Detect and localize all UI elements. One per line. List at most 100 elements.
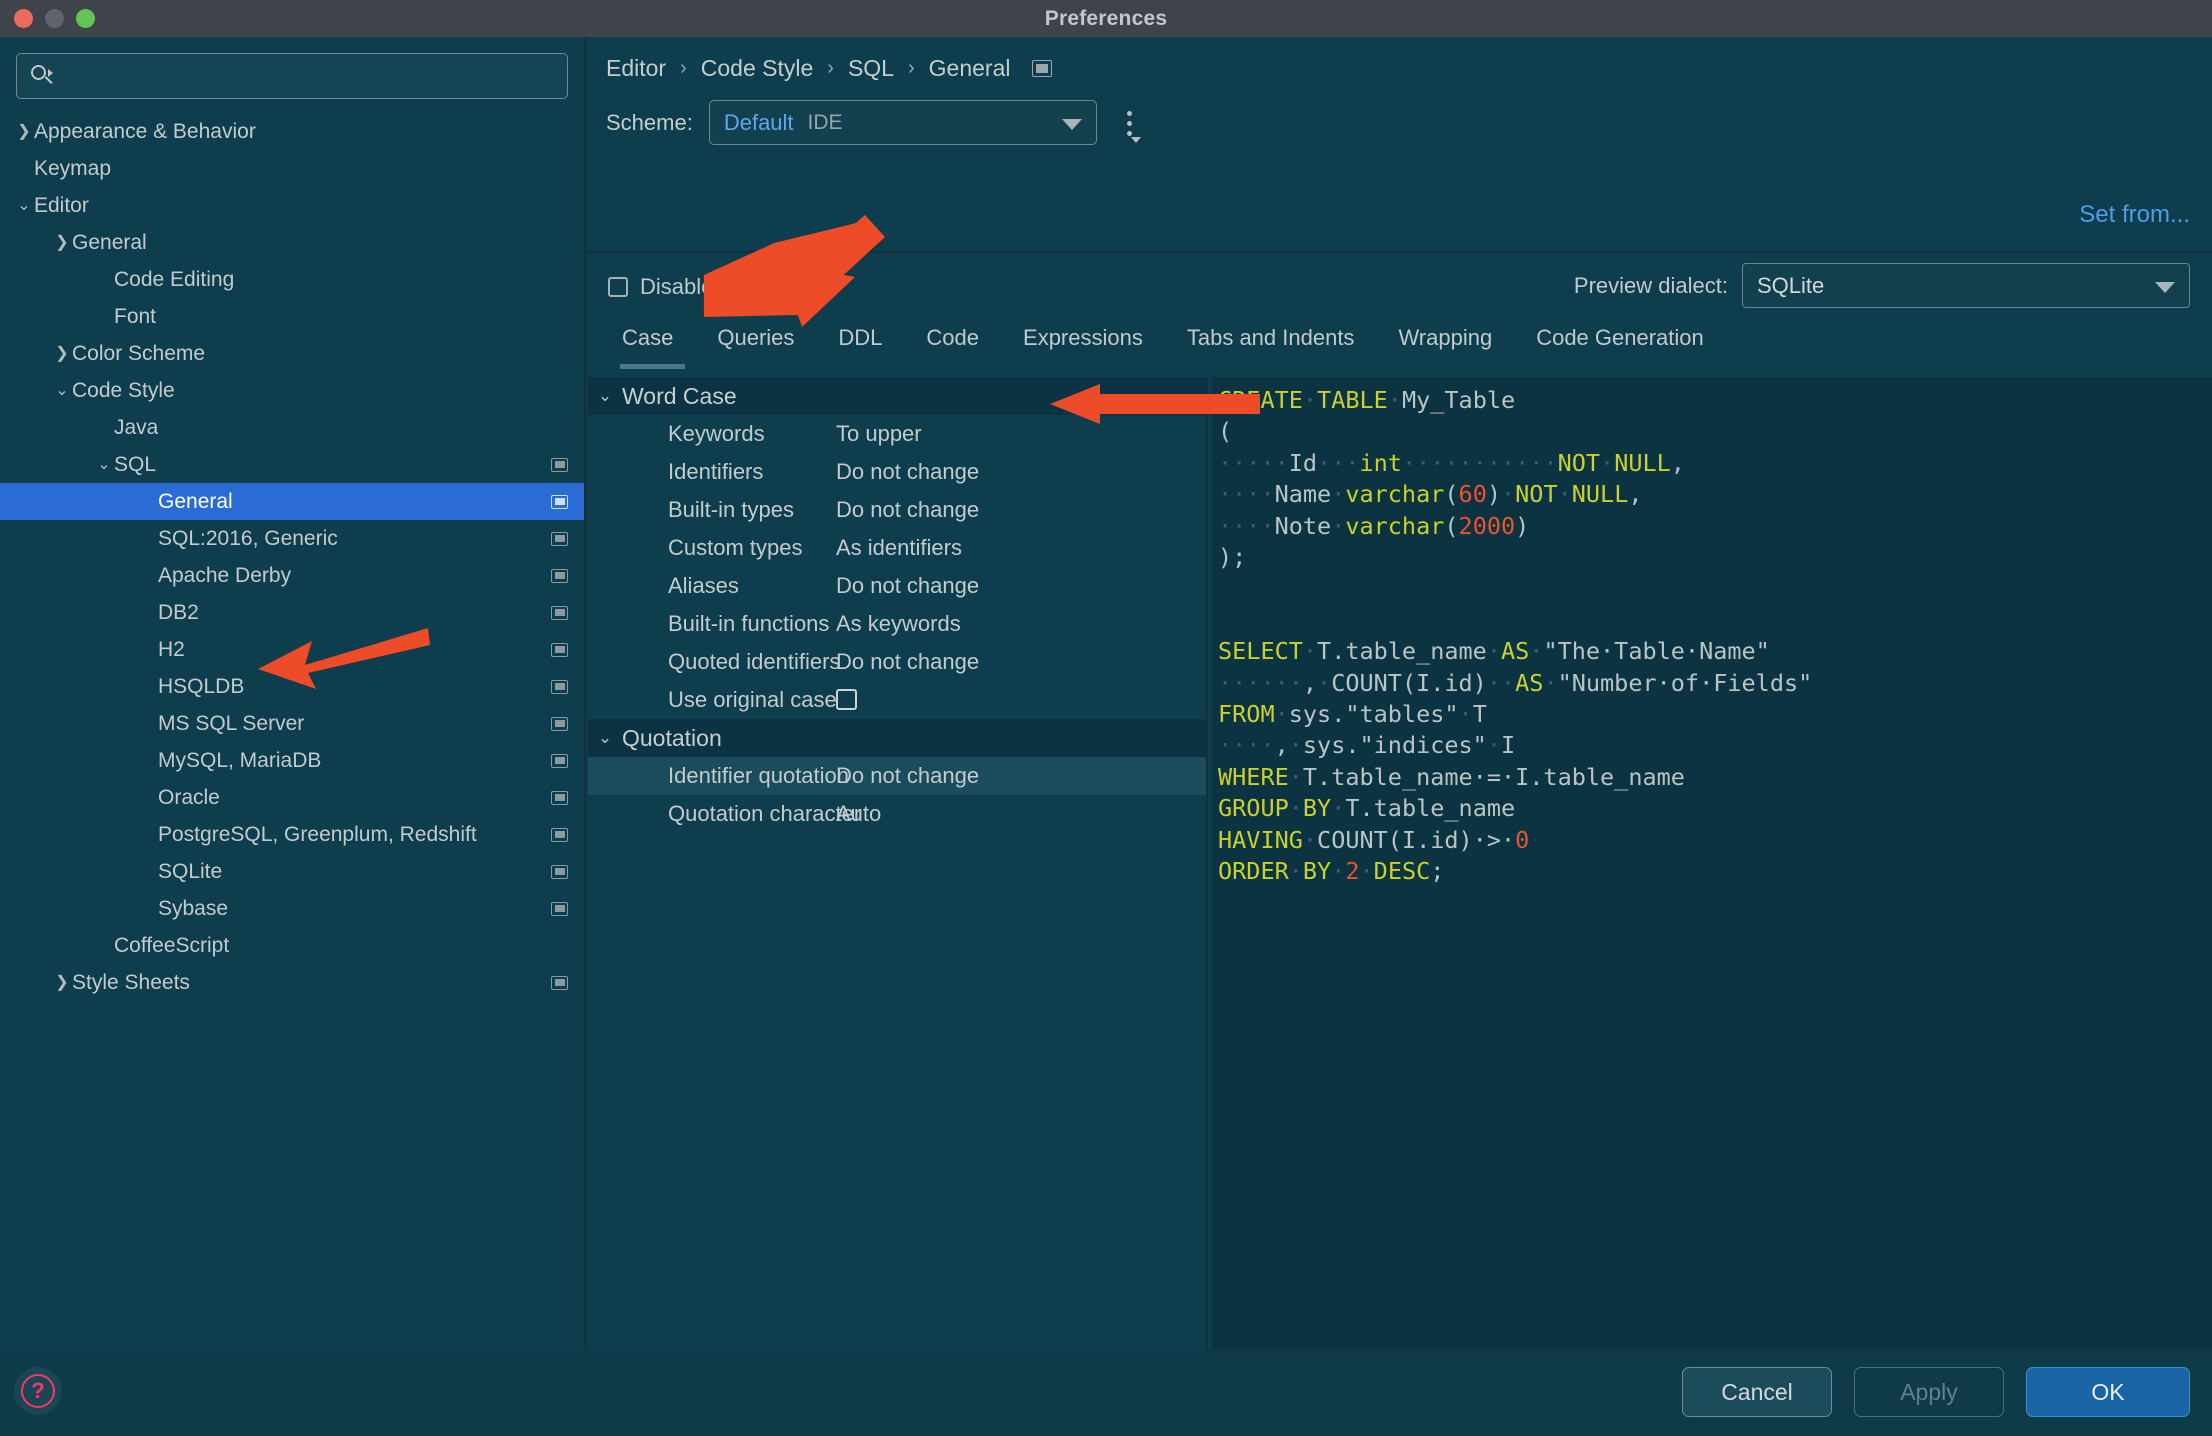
sql-preview-editor[interactable]: CREATE·TABLE·My_Table(·····Id···int·····…: [1208, 377, 2212, 1349]
setting-row[interactable]: Aliases Do not change: [588, 567, 1206, 605]
tab-tabs-and-indents[interactable]: Tabs and Indents: [1165, 319, 1377, 369]
cancel-button[interactable]: Cancel: [1682, 1367, 1832, 1417]
setting-value[interactable]: Do not change: [836, 649, 979, 675]
settings-options-list[interactable]: ⌄ Word Case Keywords To upper Identifiers Do …: [588, 377, 1208, 1349]
copy-settings-icon[interactable]: [551, 975, 568, 990]
help-button[interactable]: ?: [14, 1367, 62, 1415]
breadcrumb-item[interactable]: Code Style: [701, 55, 814, 82]
maximize-button[interactable]: [76, 9, 95, 28]
sidebar-item-keymap[interactable]: Keymap: [0, 150, 584, 187]
copy-settings-icon[interactable]: [551, 790, 568, 805]
chevron-right-icon[interactable]: ❯: [52, 345, 72, 362]
settings-group-word-case[interactable]: ⌄ Word Case: [588, 377, 1206, 415]
chevron-down-icon[interactable]: ⌄: [94, 456, 114, 473]
search-box[interactable]: [16, 53, 568, 99]
copy-settings-icon[interactable]: [551, 457, 568, 472]
chevron-right-icon[interactable]: ❯: [52, 234, 72, 251]
tab-wrapping[interactable]: Wrapping: [1376, 319, 1514, 369]
settings-group-quotation[interactable]: ⌄ Quotation: [588, 719, 1206, 757]
sidebar-item-sql-2016-generic[interactable]: SQL:2016, Generic: [0, 520, 584, 557]
sidebar-item-general[interactable]: General: [0, 483, 584, 520]
tab-case[interactable]: Case: [610, 319, 695, 369]
copy-settings-icon[interactable]: [551, 827, 568, 842]
setting-value[interactable]: Auto: [836, 801, 881, 827]
disable-formatting-checkbox[interactable]: [608, 277, 628, 297]
breadcrumb[interactable]: Editor › Code Style › SQL › General: [588, 37, 2212, 82]
copy-settings-icon[interactable]: [551, 642, 568, 657]
breadcrumb-item[interactable]: General: [929, 55, 1011, 82]
sidebar-item-apache-derby[interactable]: Apache Derby: [0, 557, 584, 594]
sidebar-item-h2[interactable]: H2: [0, 631, 584, 668]
chevron-right-icon[interactable]: ❯: [52, 974, 72, 991]
sidebar-item-sql[interactable]: ⌄ SQL: [0, 446, 584, 483]
close-button[interactable]: [14, 9, 33, 28]
tab-ddl[interactable]: DDL: [816, 319, 904, 369]
sidebar-item-db2[interactable]: DB2: [0, 594, 584, 631]
setting-row[interactable]: Use original case: [588, 681, 1206, 719]
sidebar-item-editor[interactable]: ⌄ Editor: [0, 187, 584, 224]
setting-row[interactable]: Built-in types Do not change: [588, 491, 1206, 529]
copy-settings-icon[interactable]: [551, 531, 568, 546]
copy-settings-icon[interactable]: [551, 679, 568, 694]
copy-settings-icon[interactable]: [551, 901, 568, 916]
tab-queries[interactable]: Queries: [695, 319, 816, 369]
sidebar-item-code-style[interactable]: ⌄ Code Style: [0, 372, 584, 409]
setting-row[interactable]: Identifiers Do not change: [588, 453, 1206, 491]
sidebar-item-sqlite[interactable]: SQLite: [0, 853, 584, 890]
scheme-select[interactable]: Default IDE: [708, 100, 1097, 145]
setting-row[interactable]: Custom types As identifiers: [588, 529, 1206, 567]
setting-row[interactable]: Quoted identifiers Do not change: [588, 643, 1206, 681]
sidebar-item-general[interactable]: ❯ General: [0, 224, 584, 261]
chevron-down-icon[interactable]: ⌄: [52, 382, 72, 399]
breadcrumb-item[interactable]: SQL: [848, 55, 894, 82]
tab-code-generation[interactable]: Code Generation: [1514, 319, 1726, 369]
setting-value[interactable]: Do not change: [836, 573, 979, 599]
sidebar-item-oracle[interactable]: Oracle: [0, 779, 584, 816]
preview-dialect-select[interactable]: SQLite: [1742, 263, 2190, 308]
sidebar-item-code-editing[interactable]: Code Editing: [0, 261, 584, 298]
setting-value[interactable]: As keywords: [836, 611, 961, 637]
minimize-button[interactable]: [45, 9, 64, 28]
ok-button[interactable]: OK: [2026, 1367, 2190, 1417]
copy-settings-icon[interactable]: [551, 753, 568, 768]
apply-button[interactable]: Apply: [1854, 1367, 2004, 1417]
window-controls[interactable]: [14, 9, 95, 28]
sidebar-item-style-sheets[interactable]: ❯ Style Sheets: [0, 964, 584, 1001]
setting-value[interactable]: Do not change: [836, 459, 979, 485]
setting-value[interactable]: As identifiers: [836, 535, 962, 561]
scheme-actions-button[interactable]: [1119, 103, 1145, 143]
sidebar-item-postgresql-greenplum-redshift[interactable]: PostgreSQL, Greenplum, Redshift: [0, 816, 584, 853]
setting-checkbox[interactable]: [836, 689, 857, 710]
copy-settings-icon[interactable]: [551, 864, 568, 879]
copy-settings-icon[interactable]: [1032, 60, 1053, 77]
sidebar-item-coffeescript[interactable]: CoffeeScript: [0, 927, 584, 964]
sidebar-item-hsqldb[interactable]: HSQLDB: [0, 668, 584, 705]
chevron-right-icon[interactable]: ❯: [14, 123, 34, 140]
setting-row[interactable]: Identifier quotation Do not change: [588, 757, 1206, 795]
sidebar-item-color-scheme[interactable]: ❯ Color Scheme: [0, 335, 584, 372]
code-style-tabs[interactable]: Case Queries DDL Code Expressions Tabs and In…: [588, 319, 2212, 377]
setting-row[interactable]: Quotation character Auto: [588, 795, 1206, 833]
tab-expressions[interactable]: Expressions: [1001, 319, 1165, 369]
sidebar-item-java[interactable]: Java: [0, 409, 584, 446]
disable-formatting-row[interactable]: Disable formatting: [588, 274, 817, 300]
sidebar-item-font[interactable]: Font: [0, 298, 584, 335]
copy-settings-icon[interactable]: [551, 716, 568, 731]
copy-settings-icon[interactable]: [551, 605, 568, 620]
chevron-down-icon[interactable]: ⌄: [588, 386, 622, 406]
breadcrumb-item[interactable]: Editor: [606, 55, 666, 82]
search-input[interactable]: [55, 65, 555, 87]
set-from-link[interactable]: Set from...: [2079, 201, 2190, 229]
setting-value[interactable]: Do not change: [836, 497, 979, 523]
tab-code[interactable]: Code: [904, 319, 1001, 369]
sidebar-item-ms-sql-server[interactable]: MS SQL Server: [0, 705, 584, 742]
setting-value[interactable]: [836, 687, 857, 713]
copy-settings-icon[interactable]: [551, 568, 568, 583]
sidebar-item-sybase[interactable]: Sybase: [0, 890, 584, 927]
setting-value[interactable]: Do not change: [836, 763, 979, 789]
chevron-down-icon[interactable]: ⌄: [588, 728, 622, 748]
sidebar-item-appearance-behavior[interactable]: ❯ Appearance & Behavior: [0, 113, 584, 150]
copy-settings-icon[interactable]: [551, 494, 568, 509]
setting-value[interactable]: To upper: [836, 421, 922, 447]
settings-tree[interactable]: ❯ Appearance & Behavior Keymap ⌄ Editor ❯ Gene…: [0, 113, 584, 1001]
